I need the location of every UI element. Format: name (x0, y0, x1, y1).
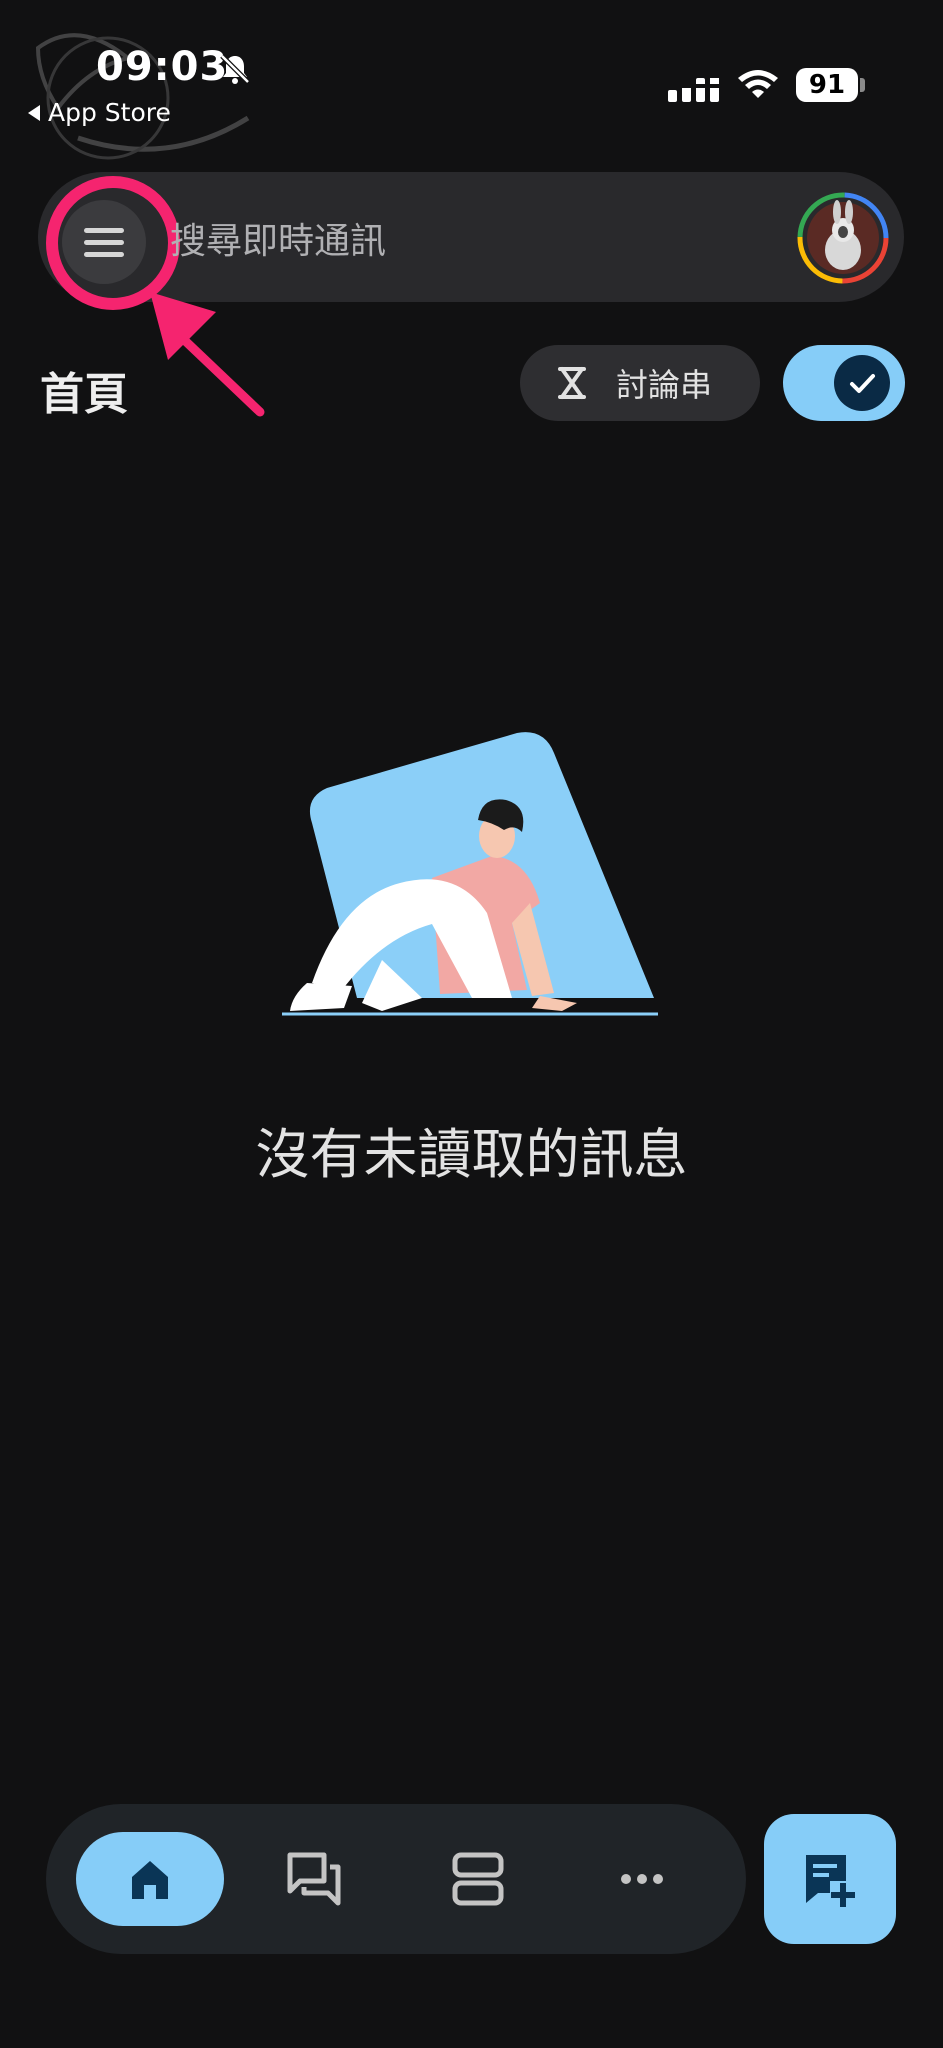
new-chat-icon (806, 1855, 855, 1907)
nav-home-button[interactable] (76, 1832, 224, 1926)
avatar[interactable] (797, 192, 889, 284)
search-input[interactable]: 搜尋即時通訊 (170, 212, 386, 264)
wifi-icon (738, 70, 778, 98)
back-arrow-icon (28, 104, 40, 121)
new-chat-fab[interactable] (764, 1814, 896, 1944)
home-icon (132, 1861, 168, 1899)
checkmark-icon (850, 374, 875, 393)
spaces-icon (452, 1852, 504, 1906)
toggle-knob (834, 355, 890, 411)
status-time: 09:03 (96, 44, 229, 90)
back-app-label: App Store (48, 98, 171, 127)
cellular-signal-icon (668, 72, 720, 102)
more-icon (621, 1874, 663, 1884)
annotation-arrow-icon (150, 292, 265, 417)
nav-chat-button[interactable] (284, 1849, 344, 1909)
chat-icon (287, 1852, 341, 1906)
empty-state-illustration (282, 732, 658, 1016)
nav-more-button[interactable] (612, 1849, 672, 1909)
empty-state-message: 沒有未讀取的訊息 (255, 1123, 688, 1186)
back-to-app-store[interactable]: App Store (28, 98, 171, 127)
battery-icon (860, 78, 865, 92)
threads-icon (558, 367, 586, 399)
page-title: 首頁 (40, 369, 128, 420)
watermark-logo (35, 33, 250, 160)
threads-label: 討論串 (616, 366, 713, 404)
nav-spaces-button[interactable] (448, 1849, 508, 1909)
threads-button[interactable]: 討論串 (520, 345, 760, 421)
battery-indicator: 91 (796, 68, 858, 102)
bell-slash-icon (220, 54, 250, 84)
